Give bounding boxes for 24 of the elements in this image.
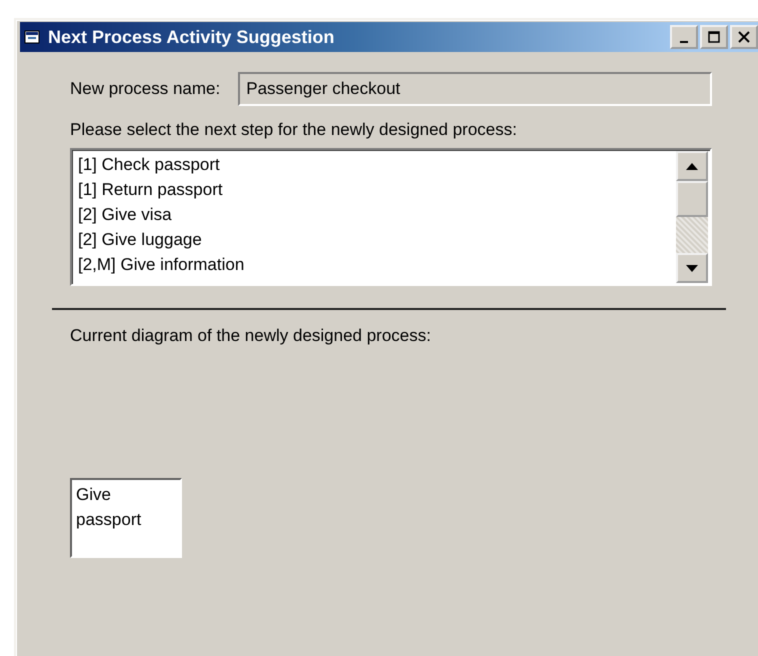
close-icon (738, 31, 750, 43)
scroll-thumb[interactable] (676, 181, 708, 217)
field-label: New process name: (70, 79, 220, 99)
close-button[interactable] (730, 25, 758, 49)
window-icon (24, 29, 42, 45)
minimize-button[interactable] (670, 25, 698, 49)
list-item[interactable]: [2,M] Give information (78, 252, 244, 277)
scroll-down-button[interactable] (676, 253, 708, 283)
scroll-up-button[interactable] (676, 151, 708, 181)
window-title: Next Process Activity Suggestion (48, 26, 336, 48)
list-item[interactable]: [1] Check passport (78, 152, 220, 177)
process-name-field[interactable]: Passenger checkout (238, 72, 712, 106)
list-item[interactable]: [2] Give visa (78, 202, 172, 227)
down-arrow-icon (686, 264, 698, 272)
process-node: Give passport (70, 478, 182, 558)
up-arrow-icon (686, 162, 698, 170)
list-item[interactable]: [1] Return passport (78, 177, 223, 202)
list-label: Please select the next step for the newly designed process: (70, 120, 517, 139)
step-list[interactable]: [1] Check passport [1] Return passport [2] Give visa [2] Give luggage [2,M] Give information (70, 148, 712, 286)
diagram-label: Current diagram of the newly designed process: (70, 326, 431, 345)
maximize-icon (708, 31, 720, 43)
maximize-button[interactable] (700, 25, 728, 49)
minimize-icon (680, 41, 688, 43)
list-item[interactable]: [2] Give luggage (78, 227, 202, 252)
